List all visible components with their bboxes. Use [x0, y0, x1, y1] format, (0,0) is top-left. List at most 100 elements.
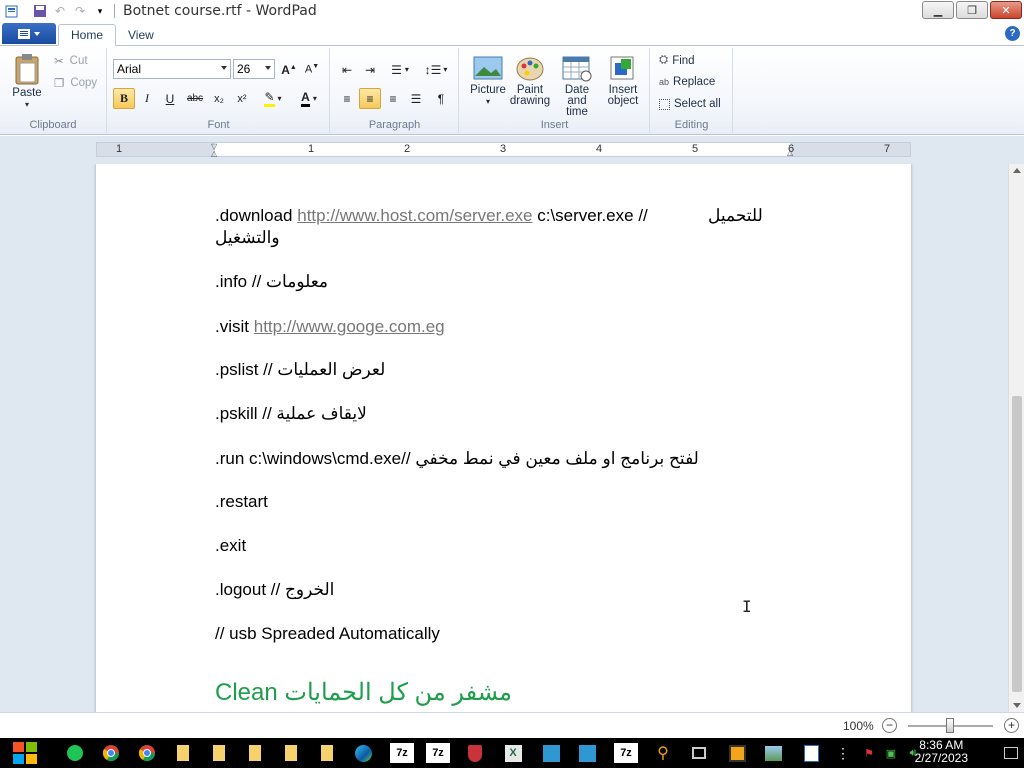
font-size-select[interactable]: 26 — [233, 59, 275, 79]
align-right-button[interactable]: ≡ — [382, 88, 404, 109]
insert-picture-button[interactable]: Picture ▾ — [468, 54, 508, 107]
line-spacing-icon: ↕☰ — [424, 62, 442, 77]
network-icon[interactable]: ▣ — [880, 743, 902, 763]
save-icon[interactable] — [32, 3, 48, 19]
7zip-icon[interactable]: 7z — [614, 743, 638, 763]
start-button[interactable] — [10, 740, 40, 766]
vertical-scrollbar[interactable] — [1008, 164, 1024, 712]
folder-icon[interactable] — [316, 743, 338, 763]
superscript-button[interactable]: x² — [231, 88, 253, 109]
flag-icon[interactable]: ⚑ — [858, 743, 880, 763]
windows-logo-icon — [13, 742, 37, 764]
bold-button[interactable]: B — [113, 88, 135, 109]
minimize-button[interactable]: ▁ — [922, 1, 954, 19]
taskbar-clock[interactable]: 8:36 AM 2/27/2023 — [915, 739, 968, 765]
ruler-number: 2 — [403, 143, 411, 155]
decrease-indent-button[interactable]: ⇤ — [336, 59, 358, 80]
close-button[interactable]: ✕ — [990, 1, 1022, 19]
scroll-thumb[interactable] — [1012, 396, 1022, 692]
align-left-button[interactable]: ≡ — [336, 88, 358, 109]
chrome-icon-2[interactable] — [136, 743, 158, 763]
bullets-button[interactable]: ☰ ▾ — [384, 59, 416, 80]
align-center-icon: ≡ — [366, 91, 374, 106]
zoom-slider-thumb[interactable] — [946, 718, 954, 733]
cut-button[interactable]: ✂ Cut — [54, 54, 88, 68]
7zip-icon[interactable]: 7z — [426, 743, 450, 763]
folder-icon[interactable] — [280, 743, 302, 763]
scroll-up-arrow[interactable] — [1013, 168, 1021, 173]
zoom-in-button[interactable]: + — [1004, 718, 1019, 733]
edge-icon[interactable] — [352, 743, 374, 763]
ruler-number: 7 — [883, 143, 891, 155]
subscript-button[interactable]: x₂ — [208, 88, 230, 109]
paint-drawing-button[interactable]: Paint drawing — [508, 54, 552, 107]
shrink-font-button[interactable]: A▼ — [301, 59, 323, 80]
underline-button[interactable]: U — [159, 88, 181, 109]
paste-button[interactable]: Paste ▾ — [8, 52, 46, 110]
justify-button[interactable]: ☰ — [405, 88, 427, 109]
7zip-icon[interactable]: 7z — [390, 743, 414, 763]
paste-icon — [15, 54, 39, 85]
right-indent-marker[interactable]: △ — [787, 148, 793, 157]
network-tool-icon[interactable] — [540, 743, 562, 763]
wordpad-app-icon[interactable] — [4, 3, 20, 19]
paragraph-settings-button[interactable]: ¶ — [430, 88, 452, 109]
zoom-out-button[interactable]: − — [882, 718, 897, 733]
insert-object-button[interactable]: Insert object — [602, 54, 644, 107]
doc-line-exit: .exit — [215, 536, 247, 555]
ribbon: Paste ▾ ✂ Cut ❐ Copy Clipboard Arial 26 … — [0, 46, 1024, 135]
replace-button[interactable]: ab Replace — [659, 76, 715, 88]
left-indent-marker[interactable]: △ — [211, 149, 217, 158]
font-family-select[interactable]: Arial — [113, 59, 231, 79]
align-center-button[interactable]: ≡ — [359, 88, 381, 109]
folder-icon[interactable] — [244, 743, 266, 763]
doc-line-visit: .visit http://www.googe.com.eg — [215, 317, 445, 336]
customize-quick-access-icon[interactable]: ▾ — [92, 3, 108, 19]
undo-icon[interactable]: ↶ — [52, 3, 68, 19]
folder-icon[interactable] — [208, 743, 230, 763]
date-time-button[interactable]: Date and time — [554, 54, 600, 118]
strikethrough-button[interactable]: abc — [182, 88, 208, 109]
wordpad-taskbar-icon[interactable] — [800, 743, 822, 763]
help-icon[interactable]: ? — [1005, 26, 1020, 41]
line-spacing-button[interactable]: ↕☰ ▾ — [420, 59, 452, 80]
document-page[interactable]: .download http://www.host.com/server.exe… — [96, 164, 911, 712]
italic-button[interactable]: I — [136, 88, 158, 109]
network-tool-icon[interactable] — [576, 743, 598, 763]
scroll-down-arrow[interactable] — [1013, 703, 1021, 708]
grow-font-button[interactable]: A▲ — [278, 59, 300, 80]
folder-icon[interactable] — [172, 743, 194, 763]
align-left-icon: ≡ — [343, 91, 351, 106]
copy-button[interactable]: ❐ Copy — [54, 76, 97, 90]
chrome-icon[interactable] — [100, 743, 122, 763]
messaging-app-icon[interactable] — [64, 743, 86, 763]
calendar-clock-icon — [562, 56, 592, 82]
doc-line-download-arabic: للتحميل — [708, 206, 763, 225]
notification-icon[interactable] — [1000, 743, 1022, 763]
app-icon-orange[interactable] — [726, 743, 748, 763]
ruler[interactable]: 1 1 2 3 4 5 6 7 ▽ △ △ — [96, 142, 911, 158]
tab-view[interactable]: View — [116, 24, 166, 46]
download-url-link[interactable]: http://www.host.com/server.exe — [297, 206, 532, 225]
redo-icon[interactable]: ↷ — [72, 3, 88, 19]
insert-group: Picture ▾ Paint drawing Date and time In… — [460, 48, 650, 133]
excel-icon[interactable]: X — [502, 743, 524, 763]
select-all-button[interactable]: Select all — [659, 98, 721, 110]
application-menu-button[interactable] — [2, 23, 56, 44]
maximize-button[interactable]: ❐ — [956, 1, 988, 19]
select-all-icon — [659, 98, 670, 110]
doc-line-info: .info // معلومات — [215, 272, 329, 291]
align-right-icon: ≡ — [389, 91, 397, 106]
visit-url-link[interactable]: http://www.googe.com.eg — [254, 317, 445, 336]
find-button[interactable]: ⛭ Find — [659, 54, 695, 67]
image-viewer-icon[interactable] — [762, 743, 784, 763]
more-icon[interactable]: ⋮ — [832, 743, 854, 763]
task-view-icon[interactable] — [688, 743, 710, 763]
scissors-icon: ✂ — [54, 56, 64, 68]
tab-home[interactable]: Home — [58, 24, 117, 46]
shield-icon[interactable] — [464, 743, 486, 763]
highlight-color-button[interactable]: ✎ ▾ — [256, 88, 290, 109]
increase-indent-button[interactable]: ⇥ — [359, 59, 381, 80]
text-color-button[interactable]: A ▾ — [292, 88, 326, 109]
search-tool-icon[interactable]: ⚲ — [652, 743, 674, 763]
